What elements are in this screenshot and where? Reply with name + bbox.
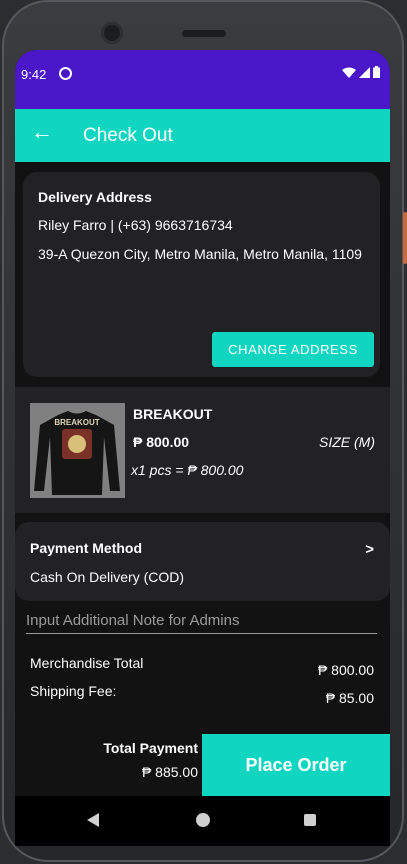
nav-back-icon[interactable] [87, 813, 99, 827]
payment-method-value: Cash On Delivery (COD) [30, 569, 185, 585]
chevron-right-icon[interactable]: > [365, 541, 374, 558]
address-line: 39-A Quezon City, Metro Manila, Metro Ma… [38, 246, 362, 262]
wifi-icon [342, 67, 356, 78]
payment-method-label: Payment Method [30, 540, 143, 556]
shipping-fee-label: Shipping Fee: [30, 683, 117, 699]
status-bar: 9:42 [15, 50, 390, 109]
shirt-print-text: BREAKOUT [54, 418, 99, 427]
merchandise-total-label: Merchandise Total [30, 655, 144, 671]
status-icons [342, 66, 380, 78]
system-nav-bar [15, 796, 390, 846]
signal-icon [359, 67, 370, 78]
checkout-footer: Total Payment ₱ 885.00 Place Order [15, 734, 390, 796]
address-card: Delivery Address Riley Farro | (+63) 966… [23, 172, 380, 377]
total-payment-label: Total Payment [103, 740, 198, 756]
place-order-button[interactable]: Place Order [202, 734, 390, 796]
change-address-button[interactable]: CHANGE ADDRESS [212, 332, 374, 367]
front-camera [101, 22, 123, 44]
battery-icon [373, 66, 380, 78]
page-title: Check Out [83, 125, 173, 146]
nav-recent-icon[interactable] [304, 814, 316, 826]
power-button [403, 212, 407, 264]
product-quantity-total: x1 pcs = ₱ 800.00 [131, 462, 244, 478]
screen: 9:42 ← Check Out Delivery Address Riley … [15, 50, 390, 846]
total-payment-value: ₱ 885.00 [141, 764, 198, 780]
data-saver-icon [59, 67, 72, 80]
product-name: BREAKOUT [133, 406, 213, 422]
shirt-image: BREAKOUT [30, 403, 125, 498]
earpiece-speaker [182, 30, 226, 37]
status-time: 9:42 [21, 67, 47, 82]
product-size: SIZE (M) [319, 434, 375, 450]
address-name-phone: Riley Farro | (+63) 9663716734 [38, 217, 233, 233]
merchandise-total-value: ₱ 800.00 [317, 662, 374, 678]
address-label: Delivery Address [38, 189, 152, 205]
product-image: BREAKOUT [30, 403, 125, 498]
admin-note-input[interactable] [26, 607, 377, 634]
app-bar: ← Check Out [15, 109, 390, 162]
product-card: BREAKOUT BREAKOUT ₱ 800.00 SIZE (M) x1 p… [15, 387, 390, 513]
back-arrow-icon[interactable]: ← [31, 121, 53, 143]
nav-home-icon[interactable] [196, 813, 210, 827]
shipping-fee-value: ₱ 85.00 [325, 690, 374, 706]
payment-method-card[interactable]: Payment Method > Cash On Delivery (COD) [15, 522, 390, 601]
product-price: ₱ 800.00 [133, 434, 190, 450]
